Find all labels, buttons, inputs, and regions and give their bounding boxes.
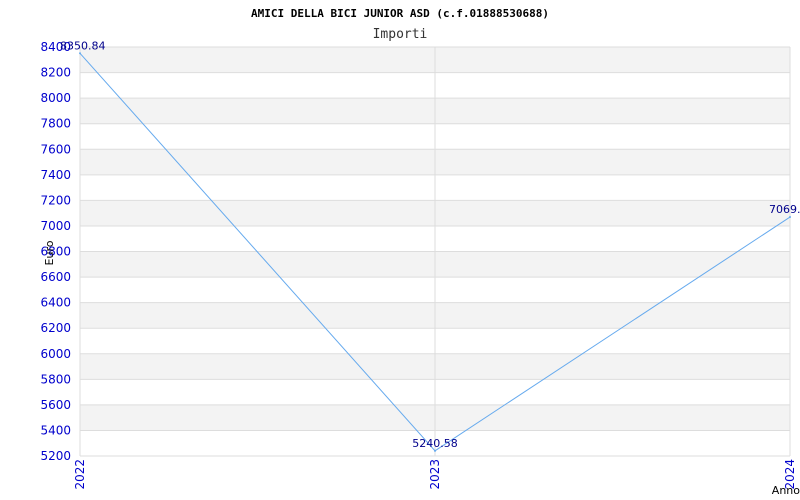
y-tick-label: 6400 xyxy=(40,296,71,310)
x-tick-label: 2022 xyxy=(73,459,87,490)
data-point xyxy=(789,216,791,219)
x-tick-label: 2023 xyxy=(428,459,442,490)
y-tick-label: 6000 xyxy=(40,347,71,361)
y-tick-label: 8000 xyxy=(40,91,71,105)
y-tick-label: 8200 xyxy=(40,66,71,80)
plot-background xyxy=(79,46,791,457)
chart-subtitle: Importi xyxy=(373,27,428,42)
data-point xyxy=(434,449,436,452)
data-label: 5240.58 xyxy=(412,437,458,450)
y-tick-label: 5400 xyxy=(40,423,71,437)
y-tick-label: 7800 xyxy=(40,117,71,131)
x-axis-ticks: 2022 2023 2024 xyxy=(73,459,797,490)
data-point xyxy=(79,52,81,55)
data-label: 7069.7 xyxy=(769,203,800,216)
y-tick-label: 5800 xyxy=(40,372,71,386)
y-tick-label: 6600 xyxy=(40,270,71,284)
chart-title: AMICI DELLA BICI JUNIOR ASD (c.f.0188853… xyxy=(251,7,549,20)
y-tick-label: 5600 xyxy=(40,398,71,412)
y-tick-label: 6200 xyxy=(40,321,71,335)
y-tick-label: 7600 xyxy=(40,142,71,156)
y-axis-label: Euro xyxy=(43,240,56,265)
y-tick-label: 7000 xyxy=(40,219,71,233)
y-tick-label: 7400 xyxy=(40,168,71,182)
y-tick-label: 5200 xyxy=(40,449,71,463)
line-chart: AMICI DELLA BICI JUNIOR ASD (c.f.0188853… xyxy=(40,7,800,497)
data-label: 8350.84 xyxy=(60,39,106,52)
x-axis-label: Anno xyxy=(772,484,800,497)
y-tick-label: 7200 xyxy=(40,193,71,207)
